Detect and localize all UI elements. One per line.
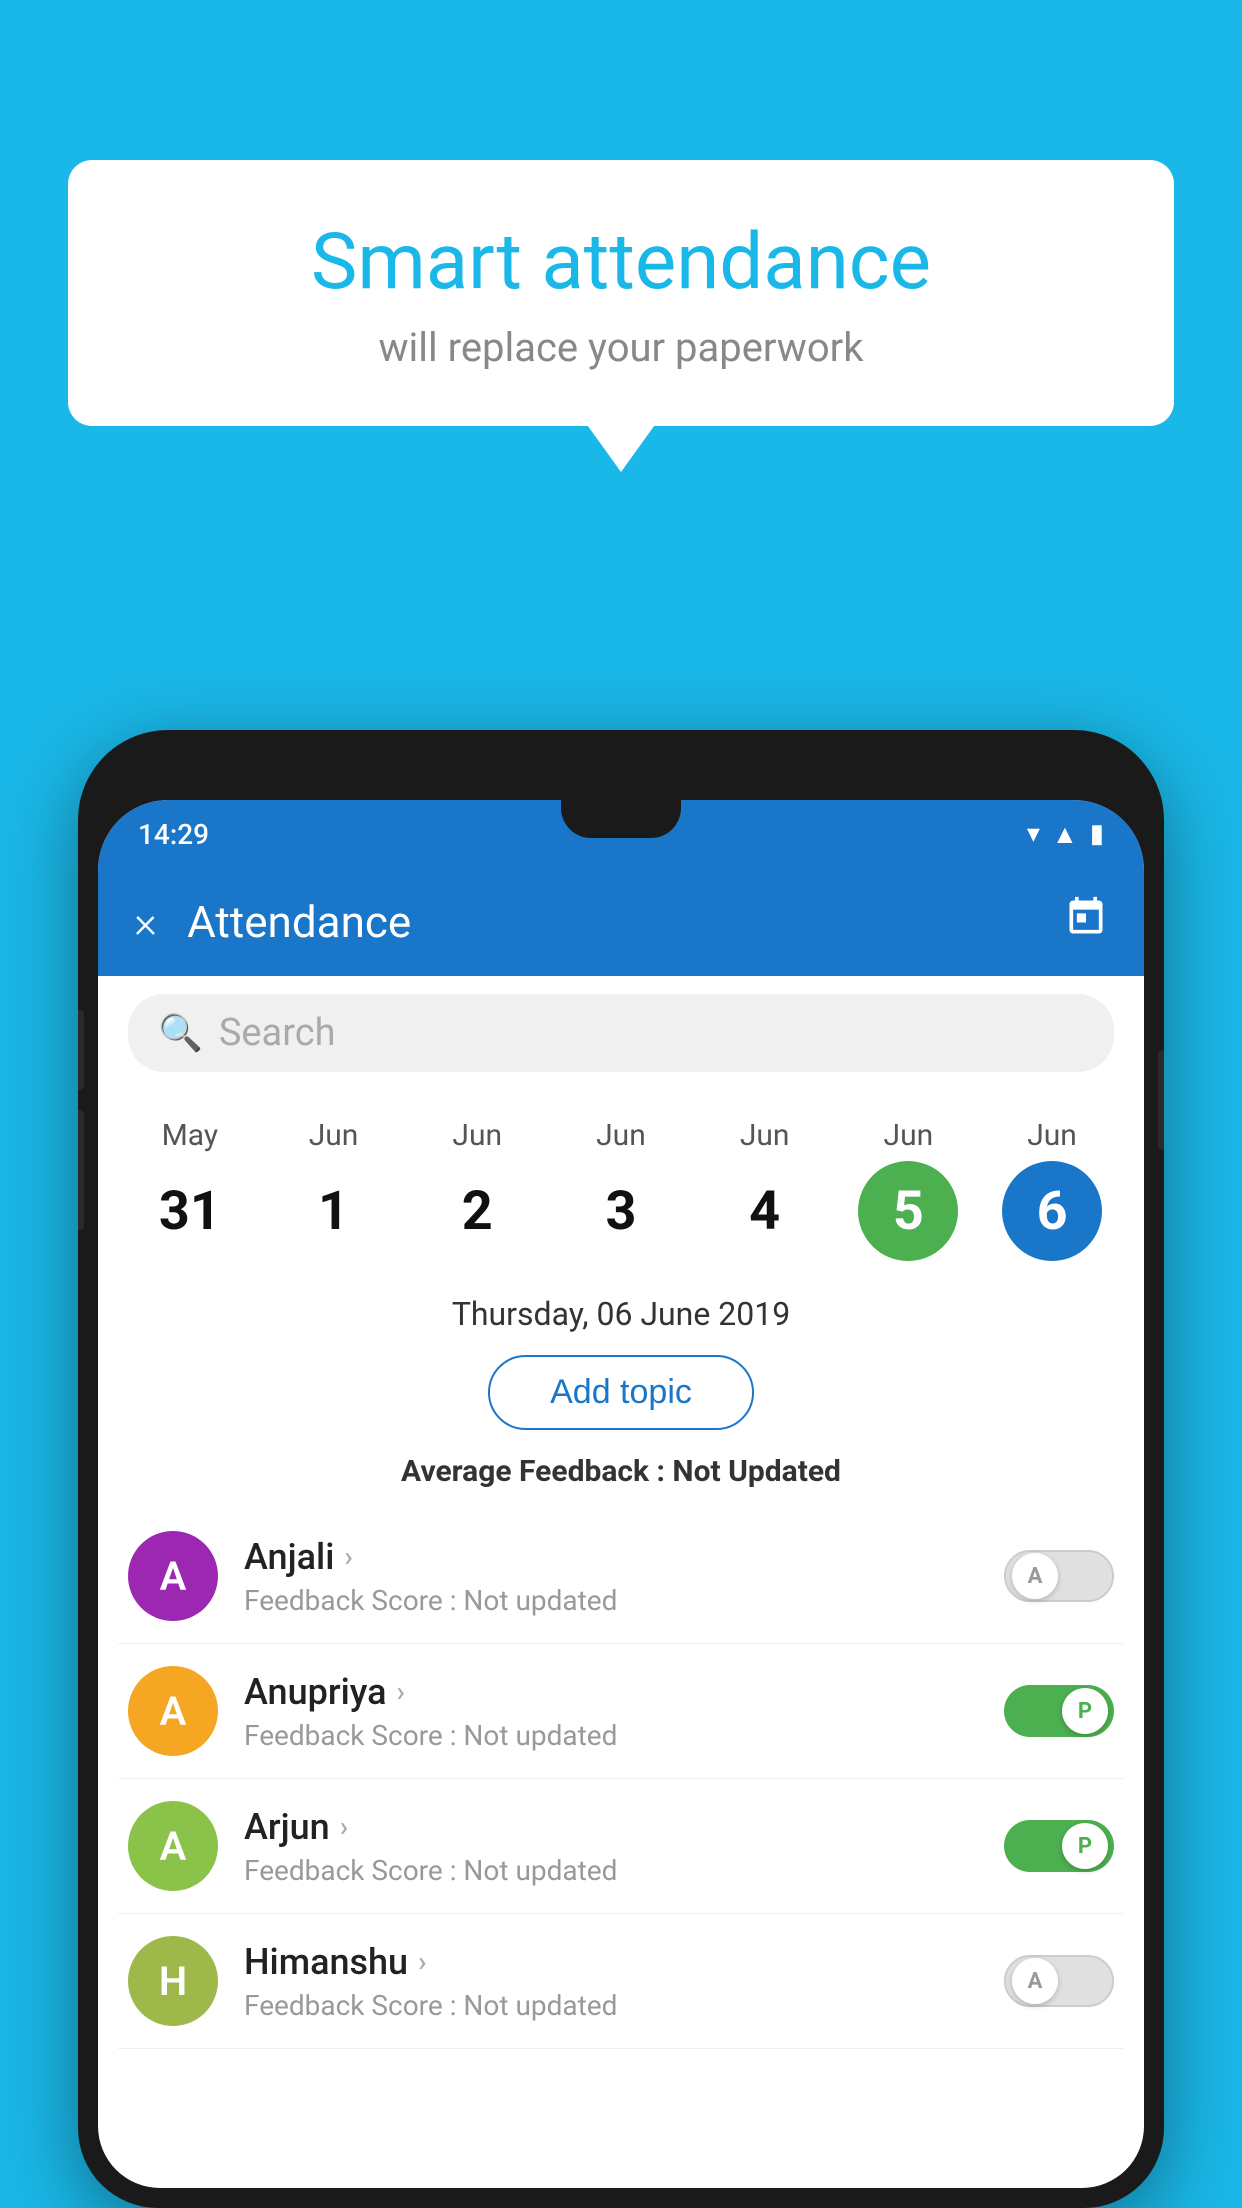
calendar-icon[interactable]	[1064, 895, 1108, 949]
student-name: Anjali ›	[244, 1536, 978, 1578]
attendance-toggle[interactable]: A	[1004, 1550, 1114, 1602]
toggle-knob: A	[1012, 1553, 1058, 1599]
chevron-right-icon: ›	[344, 1540, 352, 1573]
phone-screen: 14:29 ▾ ▲ ▮ × Attendance 🔍 Search	[98, 800, 1144, 2188]
volume-up-button	[78, 1010, 84, 1090]
search-icon: 🔍	[158, 1012, 203, 1054]
avatar: A	[128, 1801, 218, 1891]
toggle-on[interactable]: P	[1004, 1685, 1114, 1737]
attendance-toggle[interactable]: A	[1004, 1955, 1114, 2007]
notch	[561, 800, 681, 838]
bubble-title: Smart attendance	[118, 220, 1124, 306]
add-topic-button[interactable]: Add topic	[488, 1355, 754, 1430]
avatar: A	[128, 1666, 218, 1756]
student-info: Anjali › Feedback Score : Not updated	[244, 1536, 978, 1617]
list-item[interactable]: A Anupriya › Feedback Score : Not update…	[118, 1644, 1124, 1779]
speech-bubble: Smart attendance will replace your paper…	[68, 160, 1174, 426]
chevron-right-icon: ›	[418, 1945, 426, 1978]
feedback-score: Feedback Score : Not updated	[244, 1719, 978, 1752]
student-info: Himanshu › Feedback Score : Not updated	[244, 1941, 978, 2022]
date-item-jun5-today[interactable]: Jun 5	[848, 1106, 968, 1273]
date-item-jun4[interactable]: Jun 4	[705, 1106, 825, 1273]
chevron-right-icon: ›	[397, 1675, 405, 1708]
date-item-jun3[interactable]: Jun 3	[561, 1106, 681, 1273]
student-name: Anupriya ›	[244, 1671, 978, 1713]
feedback-score: Feedback Score : Not updated	[244, 1854, 978, 1887]
close-button[interactable]: ×	[134, 896, 157, 948]
toggle-on[interactable]: P	[1004, 1820, 1114, 1872]
date-item-may31[interactable]: May 31	[130, 1106, 250, 1273]
toggle-knob: P	[1062, 1688, 1108, 1734]
attendance-toggle[interactable]: P	[1004, 1820, 1114, 1872]
wifi-icon: ▾	[1027, 819, 1040, 849]
bubble-subtitle: will replace your paperwork	[118, 324, 1124, 371]
feedback-score: Feedback Score : Not updated	[244, 1584, 978, 1617]
avatar: H	[128, 1936, 218, 2026]
date-item-jun2[interactable]: Jun 2	[417, 1106, 537, 1273]
student-name: Arjun ›	[244, 1806, 978, 1848]
search-input-wrap[interactable]: 🔍 Search	[128, 994, 1114, 1072]
chevron-right-icon: ›	[340, 1810, 348, 1843]
toggle-off[interactable]: A	[1004, 1550, 1114, 1602]
toggle-off[interactable]: A	[1004, 1955, 1114, 2007]
add-topic-wrap: Add topic	[98, 1347, 1144, 1446]
student-name: Himanshu ›	[244, 1941, 978, 1983]
student-list: A Anjali › Feedback Score : Not updated …	[98, 1509, 1144, 2049]
status-icons: ▾ ▲ ▮	[1027, 819, 1104, 850]
student-info: Anupriya › Feedback Score : Not updated	[244, 1671, 978, 1752]
app-bar-title: Attendance	[187, 896, 1034, 948]
volume-down-button	[78, 1110, 84, 1230]
attendance-toggle[interactable]: P	[1004, 1685, 1114, 1737]
list-item[interactable]: H Himanshu › Feedback Score : Not update…	[118, 1914, 1124, 2049]
student-info: Arjun › Feedback Score : Not updated	[244, 1806, 978, 1887]
app-bar: × Attendance	[98, 868, 1144, 976]
date-strip: May 31 Jun 1 Jun 2 Jun 3 Jun 4 Jun 5	[98, 1090, 1144, 1273]
list-item[interactable]: A Anjali › Feedback Score : Not updated …	[118, 1509, 1124, 1644]
toggle-knob: P	[1062, 1823, 1108, 1869]
phone-frame: 14:29 ▾ ▲ ▮ × Attendance 🔍 Search	[78, 730, 1164, 2208]
toggle-knob: A	[1012, 1958, 1058, 2004]
selected-date-label: Thursday, 06 June 2019	[98, 1273, 1144, 1347]
search-bar: 🔍 Search	[98, 976, 1144, 1090]
avg-feedback: Average Feedback : Not Updated	[98, 1446, 1144, 1509]
battery-icon: ▮	[1090, 819, 1104, 849]
status-time: 14:29	[138, 818, 209, 851]
power-button	[1158, 1050, 1164, 1150]
date-item-jun1[interactable]: Jun 1	[274, 1106, 394, 1273]
list-item[interactable]: A Arjun › Feedback Score : Not updated P	[118, 1779, 1124, 1914]
avatar: A	[128, 1531, 218, 1621]
date-item-jun6-selected[interactable]: Jun 6	[992, 1106, 1112, 1273]
feedback-score: Feedback Score : Not updated	[244, 1989, 978, 2022]
search-placeholder: Search	[219, 1011, 336, 1055]
signal-icon: ▲	[1052, 819, 1078, 850]
